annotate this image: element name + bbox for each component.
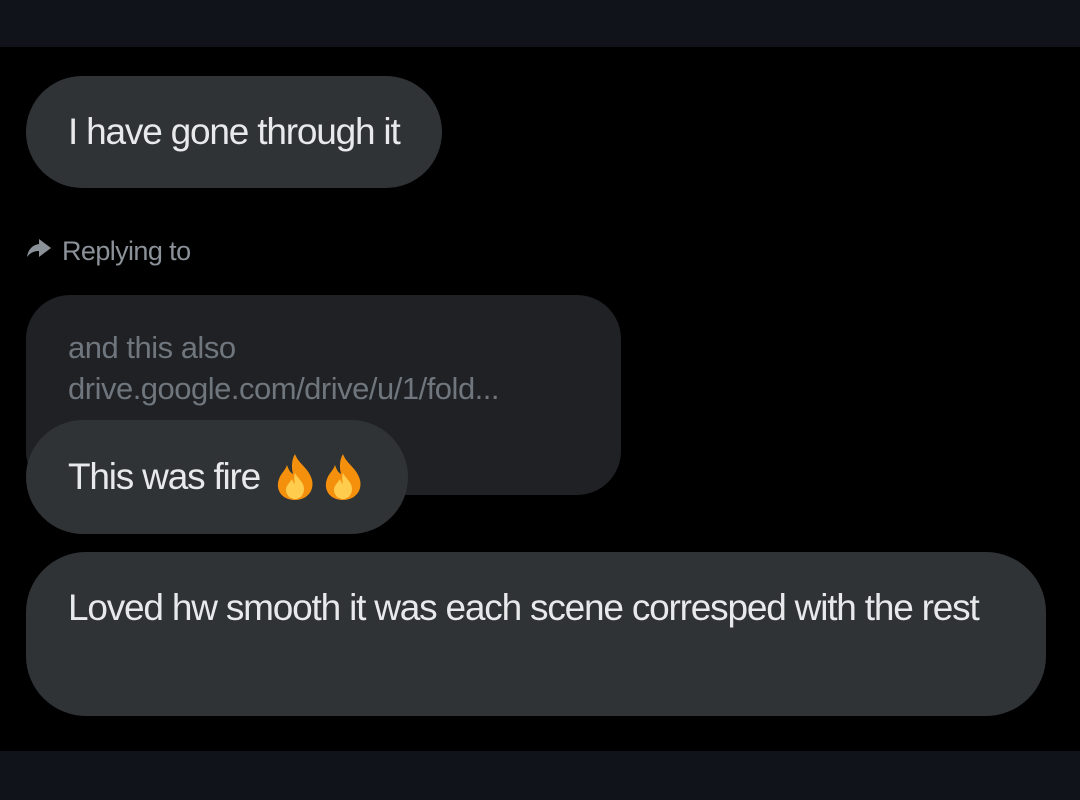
message-bubble[interactable]: Loved hw smooth it was each scene corres…: [26, 552, 1046, 716]
emoji-group: [270, 451, 366, 503]
bottom-bar: [0, 751, 1080, 800]
fire-emoji: [277, 454, 313, 500]
replying-to-label: Replying to: [26, 232, 191, 270]
replying-to-text: Replying to: [62, 235, 191, 266]
message-bubble[interactable]: This was fire: [26, 420, 409, 534]
fire-emoji: [325, 454, 361, 500]
message-bubble[interactable]: I have gone through it: [26, 76, 442, 188]
message-text: This was fire: [68, 456, 261, 497]
message-text: I have gone through it: [68, 111, 401, 152]
quoted-line: and this also: [68, 330, 236, 365]
message-text: Loved hw smooth it was each scene corres…: [68, 587, 980, 628]
quoted-link[interactable]: drive.google.com/drive/u/1/fold...: [68, 368, 579, 409]
top-bar: [0, 0, 1080, 47]
reply-arrow-icon: [26, 236, 62, 267]
